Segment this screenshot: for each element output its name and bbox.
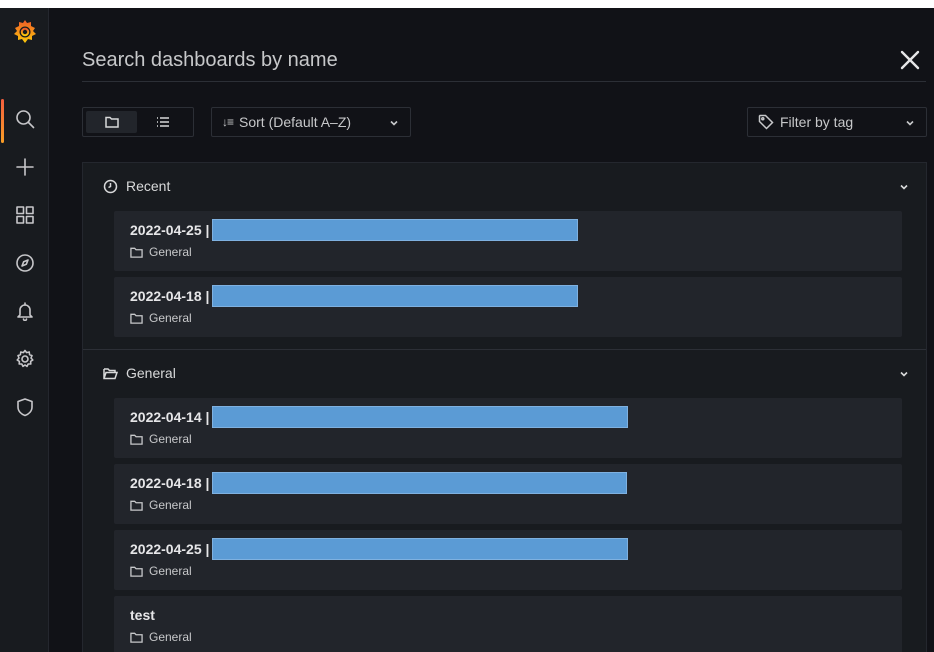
folder-icon xyxy=(130,632,143,643)
folder-name: General xyxy=(149,432,192,446)
section-title: Recent xyxy=(126,178,171,194)
folder-name: General xyxy=(149,630,192,644)
grid-icon xyxy=(15,206,34,224)
dashboard-folder: General xyxy=(130,564,886,578)
folder-icon xyxy=(130,247,143,258)
folder-icon xyxy=(130,434,143,445)
folder-view-button[interactable] xyxy=(86,111,137,133)
dashboard-title: 2022-04-18 | xyxy=(130,475,210,491)
search-bar xyxy=(82,40,926,82)
dashboard-title: 2022-04-14 | xyxy=(130,409,210,425)
bell-icon xyxy=(16,302,33,321)
sidebar xyxy=(0,8,49,652)
nav-configuration-button[interactable] xyxy=(0,337,49,381)
folder-open-icon xyxy=(103,367,118,379)
search-input[interactable] xyxy=(82,46,862,74)
dashboard-folder: General xyxy=(130,498,886,512)
dashboard-folder: General xyxy=(130,311,886,325)
search-icon xyxy=(15,110,34,129)
search-results: Recent 2022-04-25 | General 2022-04-18 |… xyxy=(82,162,927,652)
section-header-general[interactable]: General xyxy=(83,350,926,396)
search-toolbar: ↓≡ Sort (Default A–Z) Filter by tag xyxy=(82,107,927,137)
sort-label: Sort (Default A–Z) xyxy=(239,114,352,130)
dashboard-title: 2022-04-18 | xyxy=(130,288,210,304)
chevron-down-icon xyxy=(904,116,916,132)
close-button[interactable] xyxy=(898,48,922,72)
close-icon xyxy=(900,50,920,70)
view-toggle xyxy=(82,107,194,137)
nav-dashboards-button[interactable] xyxy=(0,193,49,237)
dashboard-title: 2022-04-25 | xyxy=(130,222,210,238)
redaction-box xyxy=(212,406,629,428)
nav-alerting-button[interactable] xyxy=(0,289,49,333)
chevron-down-icon xyxy=(898,180,910,196)
dashboard-item[interactable]: 2022-04-25 | General xyxy=(114,211,902,271)
gear-icon xyxy=(15,349,34,368)
dashboard-item[interactable]: 2022-04-14 | General xyxy=(114,398,902,458)
filter-label: Filter by tag xyxy=(780,114,854,130)
dashboard-item[interactable]: 2022-04-18 | General xyxy=(114,464,902,524)
dashboard-folder: General xyxy=(130,245,886,259)
plus-icon xyxy=(15,158,34,176)
folder-icon xyxy=(104,116,119,128)
grafana-logo-icon[interactable] xyxy=(12,18,38,46)
dashboard-folder: General xyxy=(130,432,886,446)
nav-search-button[interactable] xyxy=(0,97,49,143)
sort-icon: ↓≡ xyxy=(222,115,234,129)
chevron-down-icon xyxy=(898,367,910,383)
folder-name: General xyxy=(149,311,192,325)
recent-items: 2022-04-25 | General 2022-04-18 | Genera… xyxy=(83,209,926,349)
dashboard-item[interactable]: 2022-04-18 | General xyxy=(114,277,902,337)
redaction-box xyxy=(212,538,629,560)
folder-name: General xyxy=(149,564,192,578)
dashboard-title: 2022-04-25 | xyxy=(130,541,210,557)
folder-icon xyxy=(130,500,143,511)
section-header-recent[interactable]: Recent xyxy=(83,163,926,209)
nav-explore-button[interactable] xyxy=(0,241,49,285)
filter-by-tag-select[interactable]: Filter by tag xyxy=(747,107,927,137)
tag-icon xyxy=(758,114,780,130)
list-view-button[interactable] xyxy=(137,111,188,133)
dashboard-item[interactable]: 2022-04-25 | General xyxy=(114,530,902,590)
chevron-down-icon xyxy=(388,116,400,132)
redaction-box xyxy=(212,472,628,494)
folder-icon xyxy=(130,313,143,324)
compass-icon xyxy=(15,254,34,272)
redaction-box xyxy=(212,219,579,241)
nav-server-admin-button[interactable] xyxy=(0,385,49,429)
clock-icon xyxy=(103,179,118,193)
dashboard-item[interactable]: test General xyxy=(114,596,902,652)
section-general: General 2022-04-14 | General 2022-04-18 … xyxy=(83,350,926,652)
folder-icon xyxy=(130,566,143,577)
sort-select[interactable]: ↓≡ Sort (Default A–Z) xyxy=(211,107,411,137)
section-title: General xyxy=(126,365,176,381)
dashboard-folder: General xyxy=(130,630,886,644)
folder-name: General xyxy=(149,245,192,259)
app-window: ↓≡ Sort (Default A–Z) Filter by tag Rece… xyxy=(0,8,934,652)
list-icon xyxy=(156,117,169,127)
redaction-box xyxy=(212,285,579,307)
shield-icon xyxy=(16,398,33,417)
section-recent: Recent 2022-04-25 | General 2022-04-18 |… xyxy=(83,163,926,350)
nav-create-button[interactable] xyxy=(0,145,49,189)
general-items: 2022-04-14 | General 2022-04-18 | Genera… xyxy=(83,396,926,652)
dashboard-title: test xyxy=(130,607,155,623)
folder-name: General xyxy=(149,498,192,512)
